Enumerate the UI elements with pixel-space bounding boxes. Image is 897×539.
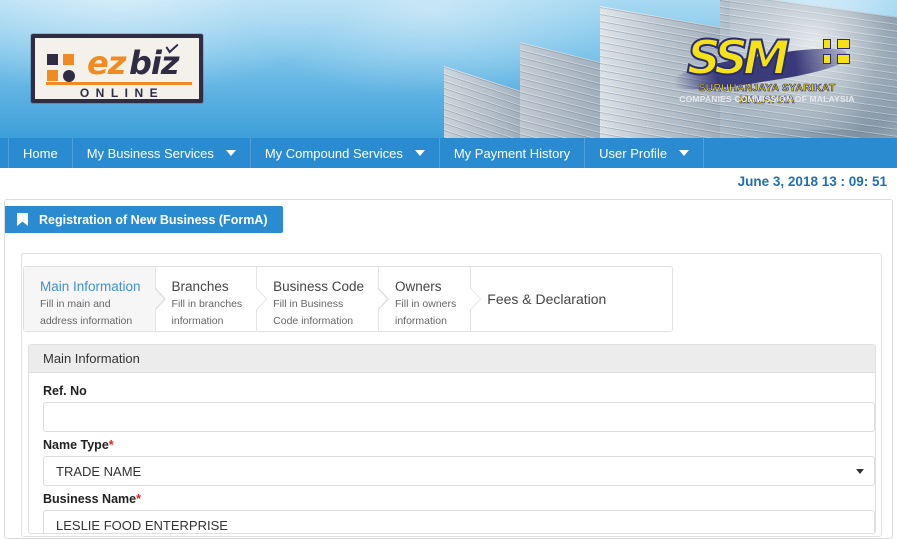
site-banner: ez biz ONLINE SSM SURUHANJAYA SYARIKAT M… — [0, 0, 897, 138]
tab-subtitle-line2: information — [394, 314, 447, 327]
ezbiz-logo-online: ONLINE — [79, 86, 165, 100]
tab-business-code[interactable]: Business Code Fill in Business Code info… — [257, 267, 389, 331]
label-ref-no: Ref. No — [43, 384, 861, 398]
ssm-square-icon — [823, 54, 831, 64]
tab-subtitle-line2: Code information — [273, 314, 354, 327]
page-title-label: Registration of New Business (FormA) — [39, 212, 268, 227]
tab-title: Business Code — [273, 279, 364, 294]
nav-item-label: User Profile — [599, 145, 668, 161]
ssm-square-icon — [823, 39, 831, 49]
ref-no-input[interactable] — [43, 402, 875, 432]
ezbiz-logo-ez: ez — [87, 44, 126, 82]
tab-main-information[interactable]: Main Information Fill in main and addres… — [24, 267, 166, 331]
label-business-name: Business Name* — [43, 492, 861, 506]
name-type-select[interactable]: TRADE NAME — [43, 456, 875, 486]
label-text: Ref. No — [43, 384, 87, 398]
ezbiz-logo-rule — [46, 82, 192, 85]
tab-subtitle-line2: information — [171, 314, 224, 327]
required-marker: * — [136, 492, 141, 506]
main-navigation: Home My Business Services My Compound Se… — [0, 138, 897, 168]
nav-item-label: My Payment History — [453, 145, 571, 161]
nav-item-user-profile[interactable]: User Profile — [585, 138, 705, 168]
label-name-type: Name Type* — [43, 438, 861, 452]
page-title: Registration of New Business (FormA) — [5, 206, 283, 233]
nav-item-label: My Business Services — [86, 145, 214, 161]
ssm-logo: SSM SURUHANJAYA SYARIKAT MALAYSIA COMPAN… — [672, 30, 857, 106]
panel-heading-label: Main Information — [43, 351, 140, 366]
ssm-square-icon — [837, 39, 850, 49]
label-text: Name Type — [43, 438, 109, 452]
page-content-card: Registration of New Business (FormA) Mai… — [4, 199, 893, 539]
chevron-right-icon-inner — [153, 287, 165, 311]
ssm-square-icon — [837, 54, 850, 64]
chevron-down-icon — [679, 150, 690, 156]
ssm-logo-mark: SSM — [686, 31, 791, 86]
tab-subtitle-line1: Fill in Business — [273, 298, 344, 310]
tab-owners[interactable]: Owners Fill in owners information — [378, 267, 482, 331]
nav-item-my-compound-services[interactable]: My Compound Services — [251, 138, 440, 168]
tab-subtitle-line1: Fill in main and — [40, 298, 111, 310]
tab-subtitle-line2: address information — [40, 314, 133, 327]
tab-branches[interactable]: Branches Fill in branches information — [155, 267, 268, 331]
main-information-panel: Main Information Ref. No Name Type* TRAD… — [28, 344, 876, 534]
panel-heading: Main Information — [29, 345, 875, 373]
business-name-input[interactable]: LESLIE FOOD ENTERPRISE — [43, 510, 875, 533]
tab-fees-and-declaration[interactable]: Fees & Declaration — [471, 267, 621, 331]
tab-title: Owners — [394, 279, 442, 294]
chevron-right-icon-inner — [376, 287, 388, 311]
datetime-bar: June 3, 2018 13 : 09: 51 — [0, 168, 897, 194]
wizard-steps: Main Information Fill in main and addres… — [23, 266, 673, 332]
label-text: Business Name — [43, 492, 137, 506]
nav-item-label: Home — [23, 145, 58, 161]
tab-title: Fees & Declaration — [487, 290, 607, 307]
chevron-down-icon — [856, 469, 864, 474]
chevron-right-icon-inner — [254, 287, 266, 311]
panel-body: Ref. No Name Type* TRADE NAME Business N… — [29, 373, 875, 533]
chevron-right-icon-inner — [468, 287, 480, 311]
bookmark-icon — [17, 213, 28, 226]
chevron-down-icon — [414, 150, 425, 156]
ssm-logo-line2: COMPANIES COMMISSION OF MALAYSIA — [679, 94, 855, 104]
current-datetime: June 3, 2018 13 : 09: 51 — [737, 173, 887, 189]
tab-subtitle-line1: Fill in branches — [171, 298, 243, 310]
ezbiz-dots-icon — [47, 54, 83, 84]
nav-item-home[interactable]: Home — [8, 138, 73, 168]
nav-item-my-payment-history[interactable]: My Payment History — [440, 138, 586, 168]
ezbiz-logo[interactable]: ez biz ONLINE — [31, 34, 203, 103]
tab-title: Main Information — [40, 279, 141, 294]
form-container: Main Information Fill in main and addres… — [21, 253, 882, 537]
required-marker: * — [108, 438, 114, 452]
nav-item-label: My Compound Services — [264, 145, 403, 161]
nav-item-my-business-services[interactable]: My Business Services — [73, 138, 251, 168]
name-type-value: TRADE NAME — [56, 463, 142, 479]
tab-subtitle-line1: Fill in owners — [394, 298, 457, 310]
business-name-value: LESLIE FOOD ENTERPRISE — [56, 517, 228, 533]
tab-title: Branches — [171, 279, 229, 294]
chevron-down-icon — [225, 150, 236, 156]
